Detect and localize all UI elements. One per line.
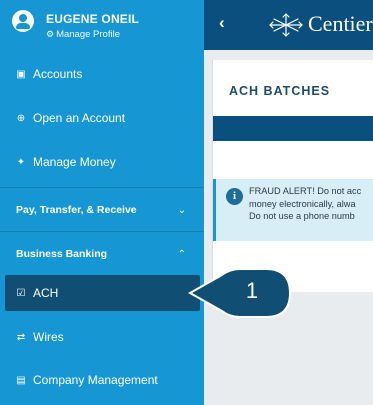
manage-profile-link[interactable]: ⚙ Manage Profile — [46, 29, 120, 40]
fraud-alert: i FRAUD ALERT! Do not acc money electron… — [213, 179, 373, 241]
chevron-left-icon[interactable]: ‹ — [219, 13, 225, 33]
alert-line: Do not use a phone numb — [249, 211, 355, 221]
sidebar-item-label: Accounts — [33, 67, 83, 81]
fraud-alert-text: FRAUD ALERT! Do not acc money electronic… — [249, 185, 373, 223]
sidebar-item-manage-money[interactable]: ✦ Manage Money — [0, 150, 204, 174]
building-icon: ▤ — [16, 374, 26, 386]
snowflake-logo-icon — [269, 13, 303, 37]
checkbox-icon: ☑ — [16, 287, 26, 299]
gear-icon: ⚙ — [46, 29, 55, 39]
plus-circle-icon: ⊕ — [16, 112, 26, 124]
piggy-bank-icon: ✦ — [16, 156, 26, 168]
user-name: EUGENE ONEIL — [46, 12, 140, 26]
sidebar-item-ach[interactable]: ☑ ACH — [5, 275, 200, 311]
top-bar: ‹ Centier — [204, 0, 373, 50]
transfer-arrows-icon: ⇄ — [16, 331, 26, 343]
sidebar-item-label: ACH — [33, 286, 59, 300]
info-icon: i — [226, 188, 243, 205]
sidebar: EUGENE ONEIL ⚙ Manage Profile ▣ Accounts … — [0, 0, 204, 405]
sidebar-item-label: Open an Account — [33, 111, 126, 125]
page-title: ACH BATCHES — [229, 84, 331, 98]
sidebar-item-label: Wires — [33, 330, 64, 344]
sidebar-item-label: Company Management — [33, 373, 158, 387]
section-business-banking[interactable]: Business Banking ⌃ — [0, 232, 204, 276]
sidebar-item-label: Manage Money — [33, 155, 116, 169]
chevron-up-icon: ⌃ — [177, 248, 186, 260]
sidebar-item-wires[interactable]: ⇄ Wires — [0, 325, 204, 349]
user-avatar-icon — [12, 10, 34, 32]
sidebar-item-open-account[interactable]: ⊕ Open an Account — [0, 106, 204, 130]
profile-block[interactable]: EUGENE ONEIL ⚙ Manage Profile — [0, 0, 204, 50]
brand-name: Centier — [308, 11, 373, 36]
step-number: 1 — [245, 278, 259, 303]
section-label: Business Banking — [16, 248, 108, 260]
alert-line: FRAUD ALERT! Do not acc — [249, 186, 362, 196]
alert-line: money electronically, alwa — [249, 198, 356, 209]
section-label: Pay, Transfer, & Receive — [16, 204, 137, 216]
chevron-down-icon: ⌄ — [177, 204, 186, 216]
ach-batches-card: ACH BATCHES i FRAUD ALERT! Do not acc mo… — [212, 60, 373, 292]
main-content: ACH BATCHES i FRAUD ALERT! Do not acc mo… — [204, 50, 373, 405]
accounts-icon: ▣ — [16, 68, 26, 80]
table-header-band — [213, 116, 373, 141]
sidebar-item-accounts[interactable]: ▣ Accounts — [0, 62, 204, 86]
section-pay-transfer-receive[interactable]: Pay, Transfer, & Receive ⌄ — [0, 188, 204, 232]
manage-profile-label: Manage Profile — [56, 29, 120, 40]
sidebar-item-company-management[interactable]: ▤ Company Management — [0, 368, 204, 392]
